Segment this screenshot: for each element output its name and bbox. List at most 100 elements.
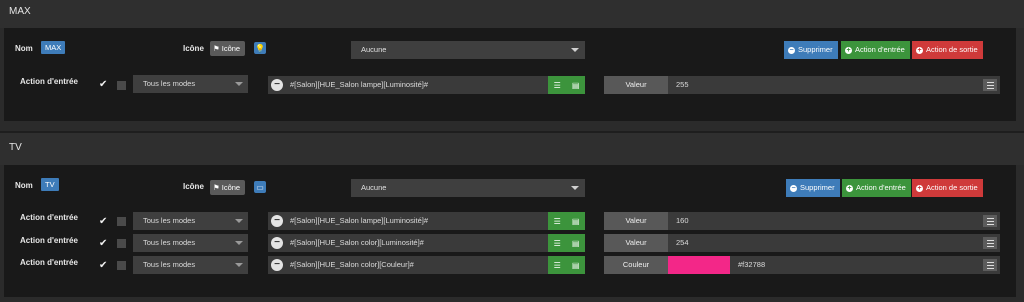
value-label: Valeur xyxy=(604,212,668,230)
color-field[interactable]: Couleur #f32788 xyxy=(604,256,1000,274)
mode-select-value: Tous les modes xyxy=(143,79,196,88)
mode-select[interactable]: Tous les modes xyxy=(133,212,248,230)
list-icon[interactable] xyxy=(983,259,997,271)
add-exit-action-label: Action de sortie xyxy=(926,45,978,54)
flag-icon: ⚑ xyxy=(213,44,220,53)
chevron-down-icon xyxy=(235,241,243,245)
mode-select-value: Tous les modes xyxy=(143,216,196,225)
action-row-label: Action d'entrée xyxy=(20,213,78,222)
mode-select[interactable]: Tous les modes xyxy=(133,75,248,93)
checkmark-icon[interactable]: ✔ xyxy=(99,239,107,249)
add-entry-action-button[interactable]: + Action d'entrée xyxy=(841,41,910,59)
mode-select[interactable]: Tous les modes xyxy=(133,256,248,274)
add-exit-action-label: Action de sortie xyxy=(926,183,978,192)
checkbox[interactable] xyxy=(117,239,126,248)
checkmark-icon[interactable]: ✔ xyxy=(99,261,107,271)
plus-circle-icon: + xyxy=(846,184,853,192)
name-badge[interactable]: TV xyxy=(41,178,59,191)
color-hex-text[interactable]: #f32788 xyxy=(738,256,765,274)
icon-select[interactable]: Aucune xyxy=(351,41,585,59)
name-badge[interactable]: MAX xyxy=(41,41,66,54)
remove-action-icon[interactable]: − xyxy=(271,237,283,249)
command-buttons: ☰ ▤ xyxy=(548,256,585,274)
lightbulb-icon: 💡 xyxy=(254,42,266,54)
delete-label: Supprimer xyxy=(800,183,835,192)
list-check-icon[interactable]: ☰ xyxy=(554,217,561,226)
command-buttons: ☰ ▤ xyxy=(548,234,585,252)
list-icon[interactable]: ▤ xyxy=(572,261,580,270)
delete-button[interactable]: − Supprimer xyxy=(784,41,838,59)
command-text: #[Salon][HUE_Salon color][Luminosité]# xyxy=(290,238,424,247)
list-icon[interactable] xyxy=(983,215,997,227)
add-exit-action-button[interactable]: + Action de sortie xyxy=(912,179,983,197)
value-label: Valeur xyxy=(604,234,668,252)
checkbox[interactable] xyxy=(117,217,126,226)
mode-select-value: Tous les modes xyxy=(143,238,196,247)
checkmark-icon[interactable]: ✔ xyxy=(99,80,107,90)
name-label: Nom xyxy=(15,44,33,53)
tv-icon: ▭ xyxy=(254,181,266,193)
plus-circle-icon: + xyxy=(916,46,923,54)
choose-icon-label: Icône xyxy=(221,44,241,53)
remove-action-icon[interactable]: − xyxy=(271,259,283,271)
value-text[interactable]: 254 xyxy=(676,234,689,252)
action-row-label: Action d'entrée xyxy=(20,77,78,86)
command-text: #[Salon][HUE_Salon lampe][Luminosité]# xyxy=(290,80,428,89)
section-title-tv: TV xyxy=(9,142,22,153)
checkbox[interactable] xyxy=(117,261,126,270)
list-icon[interactable] xyxy=(983,237,997,249)
list-icon[interactable]: ▤ xyxy=(572,81,580,90)
list-check-icon[interactable]: ☰ xyxy=(554,239,561,248)
command-text: #[Salon][HUE_Salon lampe][Luminosité]# xyxy=(290,216,428,225)
delete-label: Supprimer xyxy=(798,45,833,54)
list-icon[interactable]: ▤ xyxy=(572,217,580,226)
chevron-down-icon xyxy=(235,219,243,223)
delete-button[interactable]: − Supprimer xyxy=(786,179,840,197)
remove-action-icon[interactable]: − xyxy=(271,215,283,227)
add-entry-action-button[interactable]: + Action d'entrée xyxy=(842,179,911,197)
list-icon[interactable]: ▤ xyxy=(572,239,580,248)
value-field[interactable]: Valeur 160 xyxy=(604,212,1000,230)
action-row-label: Action d'entrée xyxy=(20,258,78,267)
action-row-label: Action d'entrée xyxy=(20,236,78,245)
checkbox[interactable] xyxy=(117,81,126,90)
list-icon[interactable] xyxy=(983,79,997,91)
add-entry-action-label: Action d'entrée xyxy=(855,45,905,54)
section-title-max: MAX xyxy=(9,6,31,17)
value-field[interactable]: Valeur 254 xyxy=(604,234,1000,252)
value-label: Valeur xyxy=(604,76,668,94)
command-field[interactable]: − #[Salon][HUE_Salon color][Luminosité]# xyxy=(268,234,548,252)
icon-select-value: Aucune xyxy=(361,183,387,192)
chevron-down-icon xyxy=(235,263,243,267)
list-check-icon[interactable]: ☰ xyxy=(554,81,561,90)
choose-icon-button[interactable]: ⚑ Icône xyxy=(210,41,246,56)
choose-icon-button[interactable]: ⚑ Icône xyxy=(210,180,246,195)
chevron-down-icon xyxy=(571,186,579,190)
color-swatch[interactable] xyxy=(668,256,730,274)
plus-circle-icon: + xyxy=(845,46,852,54)
checkmark-icon[interactable]: ✔ xyxy=(99,217,107,227)
command-field[interactable]: − #[Salon][HUE_Salon lampe][Luminosité]# xyxy=(268,76,548,94)
value-text[interactable]: 160 xyxy=(676,212,689,230)
chevron-down-icon xyxy=(235,82,243,86)
mode-select-value: Tous les modes xyxy=(143,260,196,269)
mode-select[interactable]: Tous les modes xyxy=(133,234,248,252)
command-field[interactable]: − #[Salon][HUE_Salon lampe][Luminosité]# xyxy=(268,212,548,230)
icon-select-value: Aucune xyxy=(361,45,387,54)
list-check-icon[interactable]: ☰ xyxy=(554,261,561,270)
icon-label: Icône xyxy=(183,182,204,191)
minus-circle-icon: − xyxy=(788,46,795,54)
chevron-down-icon xyxy=(571,48,579,52)
value-text[interactable]: 255 xyxy=(676,76,689,94)
plus-circle-icon: + xyxy=(916,184,923,192)
value-field[interactable]: Valeur 255 xyxy=(604,76,1000,94)
add-exit-action-button[interactable]: + Action de sortie xyxy=(912,41,983,59)
add-entry-action-label: Action d'entrée xyxy=(856,183,906,192)
minus-circle-icon: − xyxy=(790,184,797,192)
remove-action-icon[interactable]: − xyxy=(271,79,283,91)
command-text: #[Salon][HUE_Salon color][Couleur]# xyxy=(290,260,414,269)
flag-icon: ⚑ xyxy=(213,183,220,192)
color-label: Couleur xyxy=(604,256,668,274)
command-field[interactable]: − #[Salon][HUE_Salon color][Couleur]# xyxy=(268,256,548,274)
icon-select[interactable]: Aucune xyxy=(351,179,585,197)
